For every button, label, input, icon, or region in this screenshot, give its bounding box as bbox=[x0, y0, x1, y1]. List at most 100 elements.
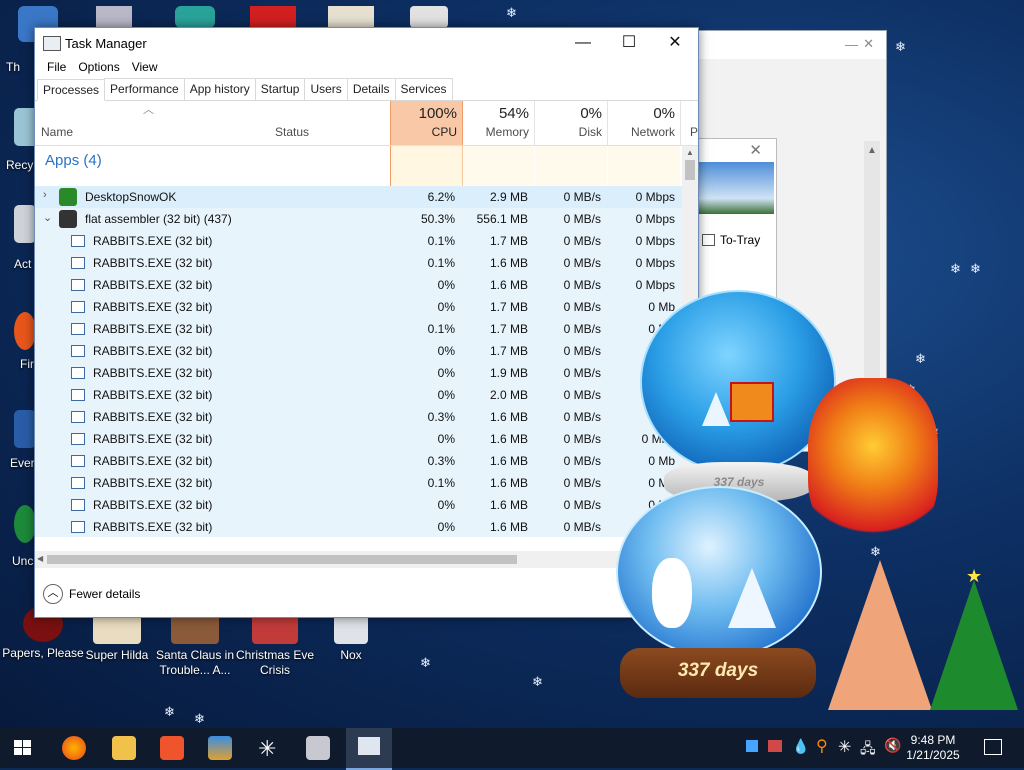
process-window-icon bbox=[71, 257, 85, 269]
column-name[interactable]: Name bbox=[41, 125, 73, 139]
process-mem-value: 1.6 MB bbox=[489, 476, 528, 490]
process-row[interactable]: RABBITS.EXE (32 bit) 0.1% 1.6 MB 0 MB/s 0 Mb… bbox=[35, 252, 698, 274]
start-button[interactable] bbox=[14, 740, 32, 756]
process-disk-value: 0 MB/s bbox=[563, 454, 601, 468]
process-row[interactable]: RABBITS.EXE (32 bit)0%1.9 MB0 MB/s0 M bbox=[35, 362, 698, 384]
snow-tray-icon[interactable]: ✳ bbox=[838, 737, 851, 757]
tab-services[interactable]: Services bbox=[394, 78, 453, 100]
task-manager-taskbar-button[interactable] bbox=[346, 728, 392, 770]
process-row[interactable]: RABBITS.EXE (32 bit) 0% 1.6 MB 0 MB/s 0 Mbp bbox=[35, 428, 698, 450]
process-cpu-value: 6.2% bbox=[427, 190, 455, 204]
firefox-taskbar-icon[interactable] bbox=[62, 736, 86, 760]
process-row[interactable]: RABBITS.EXE (32 bit)0%2.0 MB0 MB/s0 Mb bbox=[35, 384, 698, 406]
process-disk-value: 0 MB/s bbox=[563, 410, 601, 424]
expand-chevron-icon[interactable]: › bbox=[43, 189, 47, 201]
column-network[interactable]: 0% Network bbox=[608, 101, 681, 145]
column-power[interactable]: P bbox=[690, 125, 698, 139]
activate-icon[interactable] bbox=[14, 205, 36, 243]
tab-processes[interactable]: Processes bbox=[37, 79, 106, 101]
app-taskbar-icon[interactable] bbox=[208, 736, 232, 760]
tab-users[interactable]: Users bbox=[304, 78, 348, 100]
app-row[interactable]: ⌄ flat assembler (32 bit) (437) 50.3% 556.1… bbox=[35, 208, 698, 230]
process-mem-value: 2.0 MB bbox=[489, 388, 528, 402]
brave-browser-icon[interactable] bbox=[160, 736, 184, 760]
desktop-icon[interactable] bbox=[328, 6, 374, 28]
tab-app-history[interactable]: App history bbox=[183, 78, 256, 100]
process-row[interactable]: RABBITS.EXE (32 bit) 0% 1.6 MB 0 MB/s 0 Mbps bbox=[35, 274, 698, 296]
task-manager-window[interactable]: Task Manager — ☐ ✕ File Options View Pro… bbox=[34, 27, 699, 618]
desktop-icon[interactable] bbox=[96, 6, 132, 28]
droplet-icon[interactable]: 💧 bbox=[792, 738, 809, 755]
desktop-icon[interactable] bbox=[410, 6, 448, 28]
process-row[interactable]: RABBITS.EXE (32 bit) 0.1% 1.7 MB 0 MB/s 0 Mb… bbox=[35, 230, 698, 252]
desktop-icon-christmas-eve-crisis[interactable]: Christmas Eve Crisis bbox=[232, 614, 318, 678]
tab-details[interactable]: Details bbox=[346, 78, 396, 100]
close-button[interactable]: ✕ bbox=[652, 28, 698, 58]
minimize-icon[interactable]: — bbox=[845, 37, 858, 52]
process-net-value: 0 Mb bbox=[648, 300, 675, 314]
background-window-titlebar[interactable]: — ✕ bbox=[698, 31, 886, 59]
column-memory[interactable]: 54% Memory bbox=[462, 101, 535, 145]
scrollbar-thumb[interactable] bbox=[685, 160, 695, 180]
clock[interactable]: 9:48 PM 1/21/2025 bbox=[903, 733, 963, 763]
scroll-left-icon[interactable]: ◀ bbox=[37, 554, 43, 563]
column-status[interactable]: Status bbox=[275, 125, 309, 139]
sort-ascending-icon: ︿ bbox=[143, 104, 154, 116]
desktop-snow-taskbar-icon[interactable]: ✳ bbox=[258, 736, 276, 762]
desktop-icon[interactable] bbox=[175, 6, 215, 28]
process-list: Apps (4) › DesktopSnowOK 6.2% 2.9 MB 0 MB/s 0… bbox=[35, 146, 698, 537]
desktop-icon-super-hilda[interactable]: Super Hilda bbox=[74, 614, 160, 663]
close-icon[interactable]: ✕ bbox=[863, 36, 874, 52]
volume-muted-icon[interactable]: 🔇 bbox=[884, 737, 901, 754]
sky-preview-image bbox=[697, 162, 774, 214]
file-explorer-icon[interactable] bbox=[112, 736, 136, 760]
snowflake: ❄ bbox=[506, 5, 517, 20]
process-row[interactable]: RABBITS.EXE (32 bit)0.1%1.7 MB0 MB/s0 Mb bbox=[35, 318, 698, 340]
process-mem-value: 1.6 MB bbox=[489, 432, 528, 446]
process-row[interactable]: RABBITS.EXE (32 bit) 0% 1.6 MB 0 MB/s bbox=[35, 516, 698, 537]
collapse-chevron-icon[interactable]: ⌄ bbox=[43, 211, 52, 224]
minimize-button[interactable]: — bbox=[560, 28, 606, 58]
scroll-up-icon[interactable]: ▲ bbox=[864, 145, 880, 156]
process-mem-value: 1.6 MB bbox=[489, 278, 528, 292]
tab-performance[interactable]: Performance bbox=[104, 78, 185, 100]
close-icon[interactable]: ✕ bbox=[749, 141, 762, 159]
desktop-icon-nox[interactable]: Nox bbox=[308, 614, 394, 663]
flat-assembler-taskbar-icon[interactable] bbox=[306, 736, 330, 760]
tab-startup[interactable]: Startup bbox=[254, 78, 306, 100]
desktop-icon[interactable] bbox=[14, 505, 36, 543]
process-disk-value: 0 MB/s bbox=[563, 212, 601, 226]
maximize-button[interactable]: ☐ bbox=[606, 28, 652, 58]
process-row[interactable]: RABBITS.EXE (32 bit) 0% 1.7 MB 0 MB/s 0 Mb bbox=[35, 296, 698, 318]
column-cpu[interactable]: 100% CPU bbox=[390, 101, 463, 145]
menu-options[interactable]: Options bbox=[72, 58, 125, 78]
horizontal-scrollbar-thumb[interactable] bbox=[47, 555, 517, 564]
process-row[interactable]: RABBITS.EXE (32 bit)0.3%1.6 MB0 MB/s0 Mb bbox=[35, 406, 698, 428]
column-disk[interactable]: 0% Disk bbox=[535, 101, 608, 145]
to-tray-button[interactable]: To-Tray bbox=[698, 231, 776, 251]
menu-file[interactable]: File bbox=[41, 58, 72, 78]
scroll-up-icon[interactable]: ▲ bbox=[682, 148, 698, 157]
firefox-icon[interactable] bbox=[14, 312, 36, 350]
action-center-icon[interactable] bbox=[984, 739, 1002, 755]
everything-icon[interactable] bbox=[14, 410, 36, 448]
snowflake: ❄ bbox=[915, 351, 926, 366]
desktop-icon-santa-claus[interactable]: Santa Claus in Trouble... A... bbox=[152, 614, 238, 678]
tray-app-icon[interactable] bbox=[768, 740, 782, 752]
process-disk-value: 0 MB/s bbox=[563, 366, 601, 380]
process-row[interactable]: RABBITS.EXE (32 bit)0.3%1.6 MB0 MB/s0 Mb bbox=[35, 450, 698, 472]
menu-view[interactable]: View bbox=[126, 58, 164, 78]
tray-app-icon[interactable] bbox=[746, 740, 758, 752]
process-row[interactable]: RABBITS.EXE (32 bit)0%1.6 MB0 MB/s0 Mb bbox=[35, 494, 698, 516]
search-tray-icon[interactable]: ⚲ bbox=[816, 736, 828, 756]
title-bar[interactable]: Task Manager — ☐ ✕ bbox=[35, 28, 698, 58]
process-row[interactable]: RABBITS.EXE (32 bit)0%1.7 MB0 MB/s0 M bbox=[35, 340, 698, 362]
process-name: RABBITS.EXE (32 bit) bbox=[93, 234, 213, 248]
process-row[interactable]: RABBITS.EXE (32 bit) 0.1% 1.6 MB 0 MB/s 0 Mb bbox=[35, 472, 698, 494]
network-icon[interactable]: 🖧 bbox=[860, 738, 876, 762]
tab-bar: Processes Performance App history Startu… bbox=[35, 78, 698, 101]
horizontal-scrollbar[interactable]: ◀ ▶ bbox=[35, 551, 682, 568]
mcdonalds-icon[interactable] bbox=[250, 6, 296, 28]
process-name: RABBITS.EXE (32 bit) bbox=[93, 366, 213, 380]
app-row[interactable]: › DesktopSnowOK 6.2% 2.9 MB 0 MB/s 0 Mbps bbox=[35, 186, 698, 208]
